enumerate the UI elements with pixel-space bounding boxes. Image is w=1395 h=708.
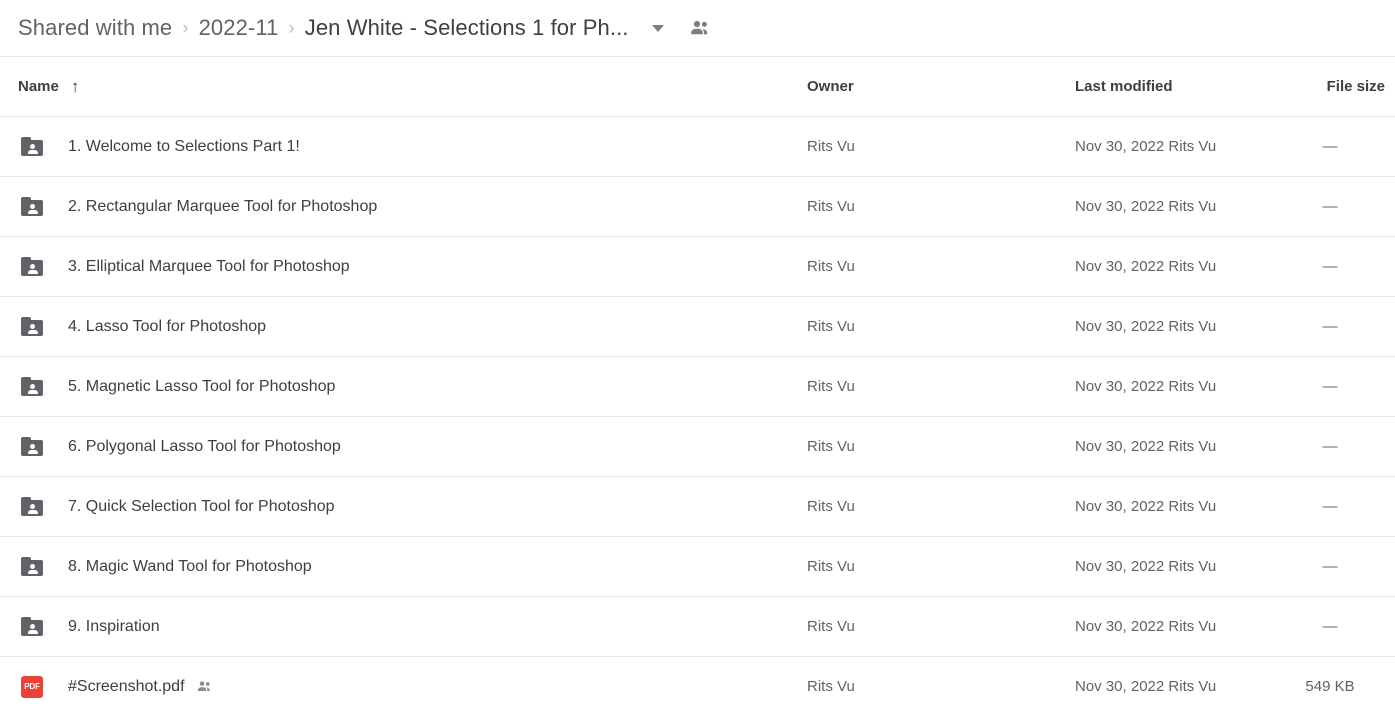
row-icon (20, 315, 44, 339)
row-last-modified-cell: Nov 30, 2022 Rits Vu (1075, 498, 1217, 515)
breadcrumb-item-shared-with-me[interactable]: Shared with me (18, 15, 172, 41)
row-last-modified-cell: Nov 30, 2022 Rits Vu (1075, 258, 1217, 275)
shared-with-people-icon[interactable] (196, 678, 213, 695)
row-last-modified-cell: Nov 30, 2022 Rits Vu (1075, 438, 1217, 455)
breadcrumb-separator-icon: › (182, 17, 189, 39)
row-owner-cell: Rits Vu (807, 558, 855, 575)
row-owner-cell: Rits Vu (807, 198, 855, 215)
row-icon: PDF (20, 675, 44, 699)
breadcrumb-item-2022-11[interactable]: 2022-11 (199, 15, 279, 41)
row-icon (20, 615, 44, 639)
row-owner-cell: Rits Vu (807, 258, 855, 275)
sort-ascending-arrow-icon: ↑ (70, 77, 80, 96)
row-name-cell[interactable]: 2. Rectangular Marquee Tool for Photosho… (68, 198, 377, 216)
row-last-modified-cell: Nov 30, 2022 Rits Vu (1075, 198, 1217, 215)
row-file-size-cell: — (1322, 618, 1338, 635)
row-name-cell[interactable]: 9. Inspiration (68, 618, 160, 636)
shared-folder-icon (21, 137, 43, 156)
table-row[interactable]: 8. Magic Wand Tool for Photoshop Rits Vu… (0, 537, 1395, 597)
row-name-cell[interactable]: 6. Polygonal Lasso Tool for Photoshop (68, 438, 341, 456)
row-icon (20, 255, 44, 279)
row-name-label: 5. Magnetic Lasso Tool for Photoshop (68, 377, 336, 395)
row-file-size-cell: — (1322, 138, 1338, 155)
row-last-modified-cell: Nov 30, 2022 Rits Vu (1075, 678, 1217, 695)
row-last-modified-cell: Nov 30, 2022 Rits Vu (1075, 618, 1217, 635)
table-row[interactable]: 7. Quick Selection Tool for Photoshop Ri… (0, 477, 1395, 537)
row-file-size-cell: — (1322, 198, 1338, 215)
row-icon (20, 135, 44, 159)
row-name-label: 8. Magic Wand Tool for Photoshop (68, 557, 312, 575)
column-header-last-modified[interactable]: Last modified (1075, 78, 1173, 95)
table-row[interactable]: 5. Magnetic Lasso Tool for Photoshop Rit… (0, 357, 1395, 417)
row-name-cell[interactable]: 5. Magnetic Lasso Tool for Photoshop (68, 378, 335, 396)
row-name-cell[interactable]: 1. Welcome to Selections Part 1! (68, 138, 300, 156)
row-file-size-cell: — (1322, 378, 1338, 395)
row-file-size-cell: — (1322, 498, 1338, 515)
column-header-name-label: Name (18, 78, 59, 95)
breadcrumb-bar: Shared with me › 2022-11 › Jen White - S… (0, 0, 1395, 57)
chevron-down-glyph (651, 24, 664, 32)
table-row[interactable]: 9. Inspiration Rits Vu Nov 30, 2022 Rits… (0, 597, 1395, 657)
pdf-icon-label: PDF (24, 682, 40, 691)
row-owner-cell: Rits Vu (807, 618, 855, 635)
table-row[interactable]: 3. Elliptical Marquee Tool for Photoshop… (0, 237, 1395, 297)
table-column-headers: Name ↑ Owner Last modified File size (0, 57, 1395, 117)
table-row[interactable]: PDF #Screenshot.pdf Rits Vu Nov 30, 2022… (0, 657, 1395, 708)
shared-folder-icon (21, 377, 43, 396)
shared-folder-icon (21, 497, 43, 516)
row-owner-cell: Rits Vu (807, 138, 855, 155)
shared-folder-icon (21, 197, 43, 216)
row-name-label: 3. Elliptical Marquee Tool for Photoshop (68, 257, 350, 275)
row-file-size-cell: — (1322, 438, 1338, 455)
row-icon (20, 495, 44, 519)
column-header-name[interactable]: Name ↑ (18, 78, 79, 95)
row-name-label: 4. Lasso Tool for Photoshop (68, 317, 267, 335)
row-file-size-cell: — (1322, 258, 1338, 275)
file-list: 1. Welcome to Selections Part 1! Rits Vu… (0, 117, 1395, 708)
shared-folder-icon (21, 557, 43, 576)
row-owner-cell: Rits Vu (807, 378, 855, 395)
row-name-label: 7. Quick Selection Tool for Photoshop (68, 497, 335, 515)
table-row[interactable]: 4. Lasso Tool for Photoshop Rits Vu Nov … (0, 297, 1395, 357)
table-row[interactable]: 6. Polygonal Lasso Tool for Photoshop Ri… (0, 417, 1395, 477)
row-name-label: 6. Polygonal Lasso Tool for Photoshop (68, 437, 341, 455)
people-icon[interactable] (688, 16, 712, 40)
row-name-label: #Screenshot.pdf (68, 677, 185, 695)
row-name-label: 1. Welcome to Selections Part 1! (68, 137, 300, 155)
row-name-cell[interactable]: #Screenshot.pdf (68, 678, 213, 696)
row-last-modified-cell: Nov 30, 2022 Rits Vu (1075, 318, 1217, 335)
table-row[interactable]: 1. Welcome to Selections Part 1! Rits Vu… (0, 117, 1395, 177)
pdf-file-icon: PDF (21, 675, 43, 698)
row-icon (20, 555, 44, 579)
row-name-label: 2. Rectangular Marquee Tool for Photosho… (68, 197, 378, 215)
row-icon (20, 375, 44, 399)
row-file-size-cell: — (1322, 558, 1338, 575)
shared-folder-icon (21, 257, 43, 276)
row-owner-cell: Rits Vu (807, 498, 855, 515)
row-name-cell[interactable]: 8. Magic Wand Tool for Photoshop (68, 558, 312, 576)
column-header-file-size[interactable]: File size (1327, 78, 1385, 95)
row-owner-cell: Rits Vu (807, 318, 855, 335)
chevron-down-icon[interactable] (647, 17, 669, 39)
shared-folder-icon (21, 617, 43, 636)
row-name-label: 9. Inspiration (68, 617, 160, 635)
row-last-modified-cell: Nov 30, 2022 Rits Vu (1075, 138, 1217, 155)
row-icon (20, 195, 44, 219)
shared-folder-icon (21, 437, 43, 456)
row-owner-cell: Rits Vu (807, 678, 855, 695)
row-file-size-cell: — (1322, 318, 1338, 335)
row-last-modified-cell: Nov 30, 2022 Rits Vu (1075, 558, 1217, 575)
row-name-cell[interactable]: 7. Quick Selection Tool for Photoshop (68, 498, 335, 516)
column-header-owner[interactable]: Owner (807, 78, 854, 95)
row-name-cell[interactable]: 4. Lasso Tool for Photoshop (68, 318, 266, 336)
row-owner-cell: Rits Vu (807, 438, 855, 455)
row-last-modified-cell: Nov 30, 2022 Rits Vu (1075, 378, 1217, 395)
row-name-cell[interactable]: 3. Elliptical Marquee Tool for Photoshop (68, 258, 350, 276)
breadcrumb-separator-icon: › (288, 17, 295, 39)
row-icon (20, 435, 44, 459)
table-row[interactable]: 2. Rectangular Marquee Tool for Photosho… (0, 177, 1395, 237)
row-file-size-cell: 549 KB (1305, 678, 1355, 695)
shared-folder-icon (21, 317, 43, 336)
breadcrumb-item-current-folder[interactable]: Jen White - Selections 1 for Ph... (305, 15, 629, 41)
